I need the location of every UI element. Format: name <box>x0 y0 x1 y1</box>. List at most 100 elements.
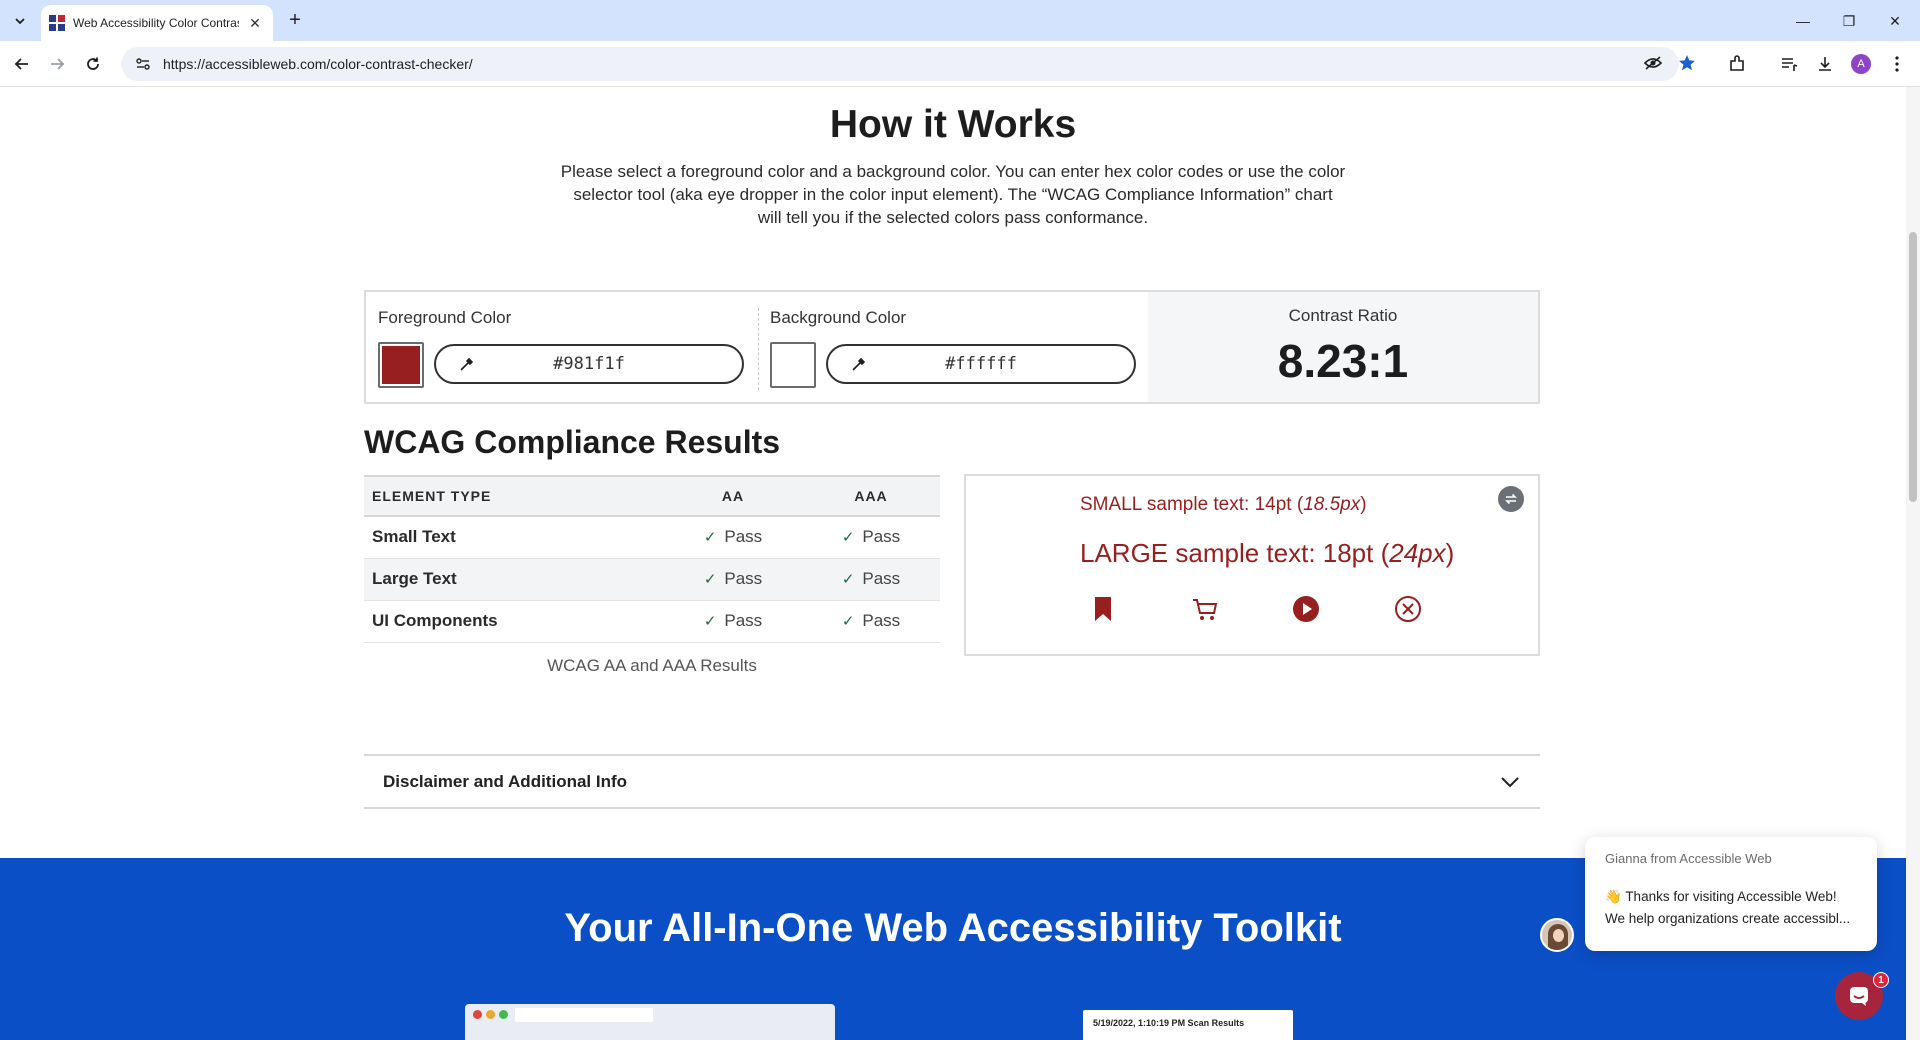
wcag-results-table: ELEMENT TYPE AA AAA Small Text ✓ Pass ✓ Pa… <box>364 475 940 643</box>
disclaimer-label: Disclaimer and Additional Info <box>383 771 628 791</box>
color-picker-panel: Foreground Color #981f1f Background Colo… <box>364 290 1540 404</box>
arrow-right-icon <box>51 58 65 70</box>
chevron-down-icon <box>15 18 25 25</box>
active-tab[interactable]: Web Accessibility Color Contrast Checker… <box>41 5 273 41</box>
element-type-cell: UI Components <box>364 600 664 643</box>
contrast-ratio-value: 8.23:1 <box>1277 335 1409 387</box>
minimize-button[interactable]: — <box>1780 8 1826 34</box>
site-favicon-icon <box>49 15 65 31</box>
restore-button[interactable]: ❐ <box>1826 8 1872 34</box>
background-color-swatch[interactable] <box>770 342 816 388</box>
arrow-left-icon <box>14 58 28 70</box>
chat-unread-badge: 1 <box>1873 972 1889 988</box>
tab-search-button[interactable] <box>8 9 32 33</box>
background-hex-input[interactable]: #ffffff <box>826 344 1136 384</box>
how-it-works-description: Please select a foreground color and a b… <box>560 162 1346 227</box>
small-sample-px: 18.5px <box>1303 494 1361 515</box>
site-info-icon[interactable] <box>133 54 153 74</box>
bookmark-icon <box>1088 594 1118 624</box>
cart-icon <box>1190 594 1220 624</box>
browser-menu-icon[interactable] <box>1884 51 1910 77</box>
back-button[interactable] <box>9 51 35 77</box>
scan-results-screenshot: 5/19/2022, 1:10:19 PM Scan Results <box>1083 1010 1293 1040</box>
foreground-picker: Foreground Color #981f1f <box>366 292 758 402</box>
wcag-results-title: WCAG Compliance Results <box>364 424 781 460</box>
contrast-ratio-box: Contrast Ratio 8.23:1 <box>1148 292 1538 402</box>
table-row: Large Text ✓ Pass ✓ Pass <box>364 558 940 601</box>
eyedropper-icon[interactable] <box>838 346 880 382</box>
foreground-hex-value: #981f1f <box>553 354 625 374</box>
reload-icon <box>87 57 99 70</box>
forward-button[interactable] <box>44 51 70 77</box>
close-circle-icon <box>1393 594 1423 624</box>
foreground-color-swatch[interactable] <box>378 342 424 388</box>
chevron-down-icon <box>1501 777 1519 788</box>
eye-off-icon[interactable] <box>1640 50 1666 76</box>
swap-colors-button[interactable] <box>1498 486 1524 512</box>
aa-result-text: Pass <box>724 611 763 630</box>
column-header-aa: AA <box>664 475 802 517</box>
play-icon <box>1291 594 1321 624</box>
aa-result-text: Pass <box>724 569 763 588</box>
aa-result-cell: ✓ Pass <box>664 516 802 559</box>
reload-button[interactable] <box>80 51 106 77</box>
new-tab-button[interactable]: + <box>282 8 308 34</box>
chat-icon <box>1850 987 1868 1006</box>
table-row: UI Components ✓ Pass ✓ Pass <box>364 600 940 643</box>
aaa-result-text: Pass <box>862 611 901 630</box>
check-icon: ✓ <box>703 571 717 588</box>
eyedropper-icon[interactable] <box>446 346 488 382</box>
aa-result-cell: ✓ Pass <box>664 558 802 601</box>
media-queue-icon[interactable] <box>1776 51 1802 77</box>
column-header-element-type: ELEMENT TYPE <box>364 475 664 517</box>
browser-toolbar: https://accessibleweb.com/color-contrast… <box>0 41 1920 87</box>
sample-preview-box: SMALL sample text: 14pt (18.5px) LARGE s… <box>964 474 1540 656</box>
large-sample-label: LARGE sample text: 18pt ( <box>1080 538 1390 568</box>
check-icon: ✓ <box>841 571 855 588</box>
table-header-row: ELEMENT TYPE AA AAA <box>364 475 940 517</box>
table-row: Small Text ✓ Pass ✓ Pass <box>364 516 940 559</box>
background-hex-value: #ffffff <box>945 354 1017 374</box>
foreground-hex-input[interactable]: #981f1f <box>434 344 744 384</box>
browser-screenshot-image <box>465 1004 835 1040</box>
aa-result-cell: ✓ Pass <box>664 600 802 643</box>
profile-initial: A <box>1851 54 1871 74</box>
results-caption: WCAG AA and AAA Results <box>547 656 757 675</box>
window-close-button[interactable]: ✕ <box>1872 8 1918 34</box>
small-sample-text: SMALL sample text: 14pt (18.5px) <box>1080 494 1367 516</box>
profile-avatar[interactable]: A <box>1848 51 1874 77</box>
download-icon[interactable] <box>1812 51 1838 77</box>
aaa-result-text: Pass <box>862 569 901 588</box>
check-icon: ✓ <box>841 613 855 630</box>
swap-icon <box>1505 493 1517 505</box>
extensions-icon[interactable] <box>1724 51 1750 77</box>
address-bar[interactable]: https://accessibleweb.com/color-contrast… <box>121 47 1679 81</box>
how-it-works-title: How it Works <box>829 103 1077 146</box>
chat-sender: Gianna from Accessible Web <box>1605 851 1772 866</box>
scan-results-text: 5/19/2022, 1:10:19 PM Scan Results <box>1093 1018 1245 1028</box>
page-scrollbar[interactable] <box>1906 87 1920 1040</box>
scrollbar-thumb[interactable] <box>1909 232 1917 502</box>
aaa-result-cell: ✓ Pass <box>802 600 940 643</box>
chat-message-bubble[interactable]: Gianna from Accessible Web 👋 Thanks for … <box>1585 837 1877 951</box>
element-type-cell: Large Text <box>364 558 664 601</box>
tab-close-icon[interactable]: ✕ <box>245 15 265 32</box>
large-sample-px: 24px <box>1389 538 1446 568</box>
aaa-result-cell: ✓ Pass <box>802 558 940 601</box>
aaa-result-cell: ✓ Pass <box>802 516 940 559</box>
bookmark-star-icon[interactable] <box>1674 50 1700 76</box>
foreground-label: Foreground Color <box>378 308 512 327</box>
contrast-ratio-label: Contrast Ratio <box>1288 306 1398 325</box>
chat-message-text: 👋 Thanks for visiting Accessible Web! We… <box>1605 889 1851 926</box>
column-header-aaa: AAA <box>802 475 940 517</box>
large-sample-text: LARGE sample text: 18pt (24px) <box>1080 538 1454 569</box>
check-icon: ✓ <box>841 529 855 547</box>
disclaimer-accordion[interactable]: Disclaimer and Additional Info <box>364 754 1540 809</box>
browser-tabstrip: Web Accessibility Color Contrast Checker… <box>0 0 1920 41</box>
check-icon: ✓ <box>703 529 717 547</box>
url-text: https://accessibleweb.com/color-contrast… <box>163 56 473 72</box>
aa-result-text: Pass <box>724 527 763 547</box>
aaa-result-text: Pass <box>862 527 901 547</box>
background-label: Background Color <box>770 308 907 327</box>
check-icon: ✓ <box>703 613 717 630</box>
